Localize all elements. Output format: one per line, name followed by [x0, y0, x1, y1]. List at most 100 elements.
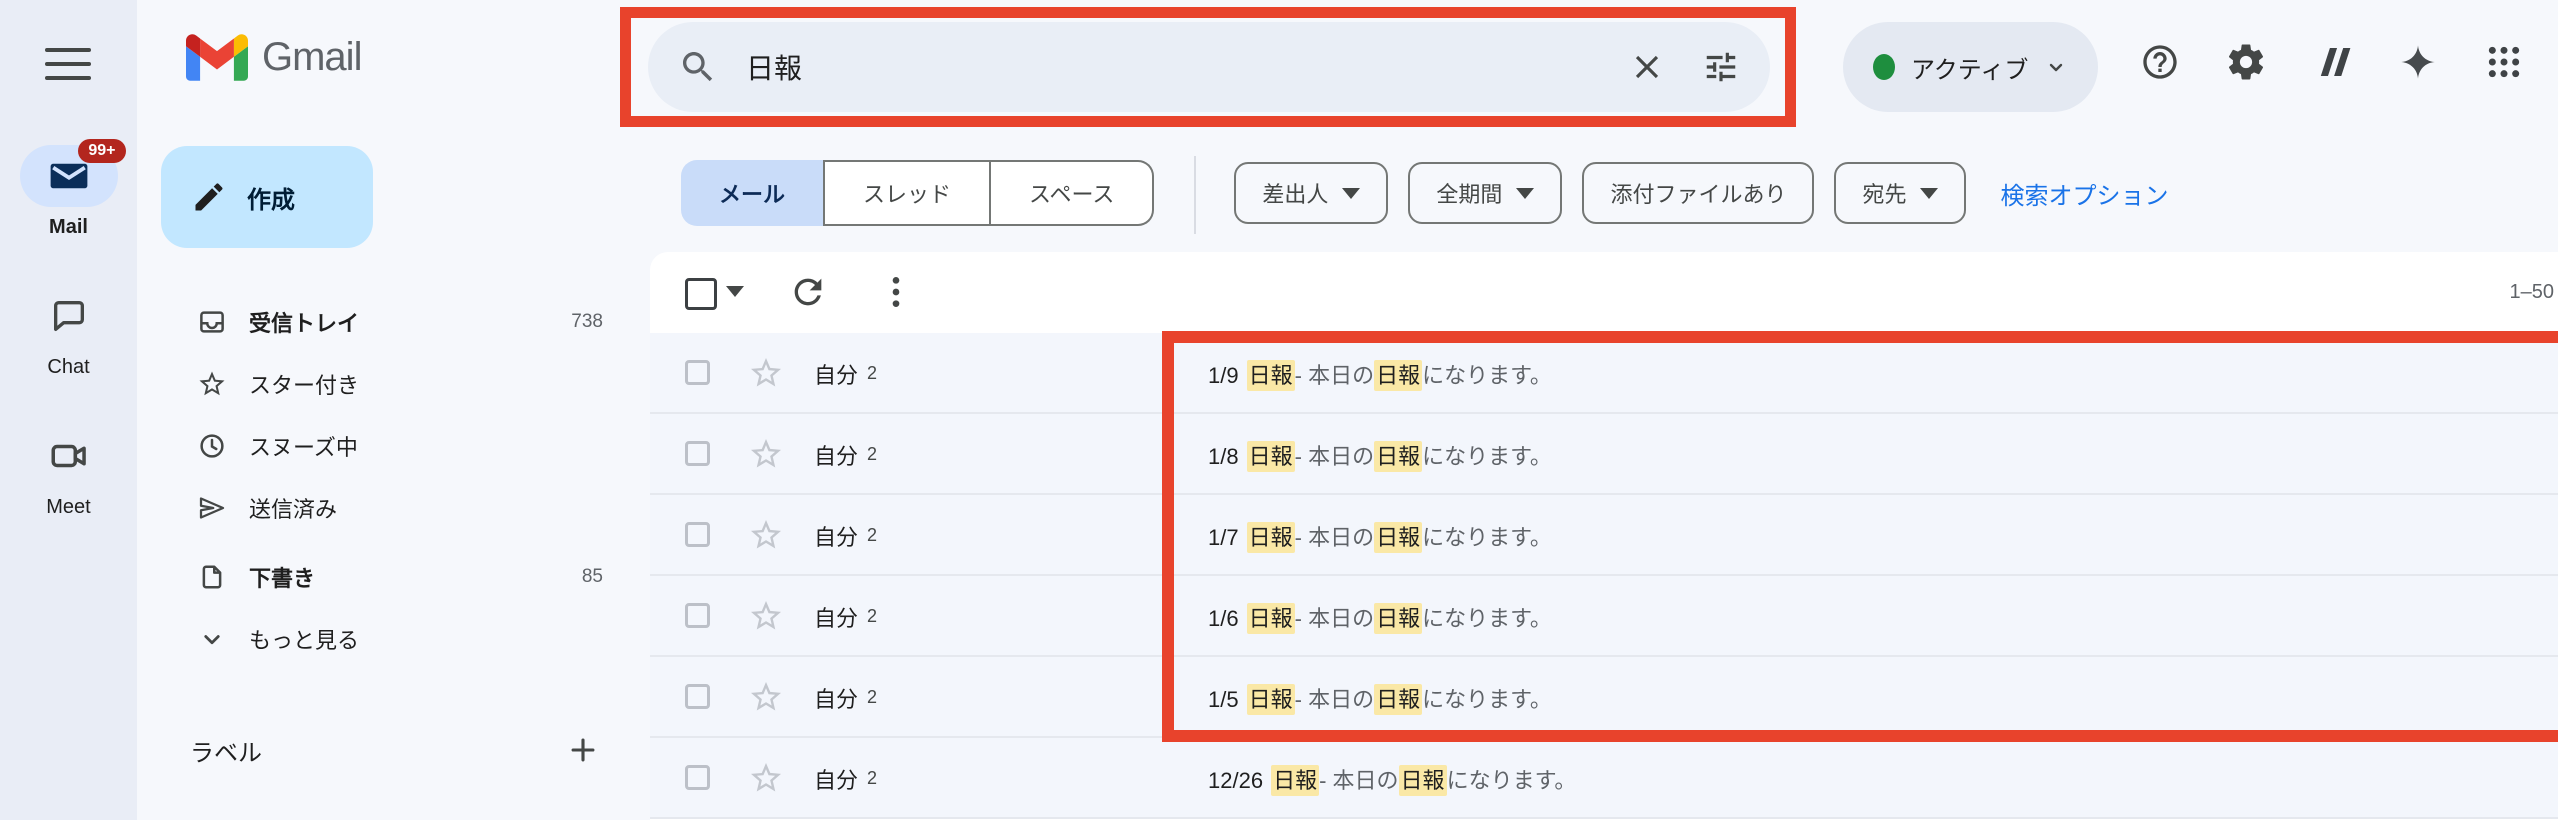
thread-count: 2: [867, 525, 878, 545]
result-tab-label: スレッド: [863, 182, 952, 207]
gmail-wordmark: Gmail: [262, 35, 362, 79]
rail-item-label: Chat: [47, 356, 90, 378]
pencil-icon: [191, 179, 227, 215]
sender-name: 自分: [814, 443, 859, 469]
clear-search-icon[interactable]: [1628, 48, 1666, 86]
sidebar-item[interactable]: 送信済み: [137, 477, 635, 539]
search-input[interactable]: 日報: [746, 22, 802, 112]
filter-chips: 差出人 全期間 添付ファイルあり 宛先: [1234, 160, 1967, 226]
compose-button[interactable]: 作成: [161, 146, 373, 248]
result-tab[interactable]: スレッド: [823, 160, 992, 226]
chevron-down-icon: [2050, 63, 2063, 72]
gemini-icon[interactable]: [2386, 30, 2450, 94]
row-checkbox[interactable]: [685, 522, 710, 547]
email-sender: 自分 2: [814, 738, 877, 819]
highlighted-keyword: 日報: [1398, 764, 1447, 796]
chat-icon: [49, 296, 89, 336]
search-options-tune-icon[interactable]: [1702, 48, 1740, 86]
sidebar-item-label: 下書き: [249, 566, 316, 591]
row-checkbox[interactable]: [685, 360, 710, 385]
highlighted-keyword: 日報: [1374, 602, 1423, 634]
labels-title: ラベル: [190, 739, 262, 767]
highlighted-keyword: 日報: [1246, 602, 1295, 634]
email-list-card: 1–50 自分 2 1/9 日報 - 本日の日報になります。 自分 2 1/8 日報…: [650, 252, 2558, 820]
email-subject: 1/6 日報 - 本日の日報になります。: [1208, 576, 1552, 657]
result-tab[interactable]: メール: [681, 160, 824, 226]
email-row[interactable]: 自分 2 1/6 日報 - 本日の日報になります。: [650, 576, 2558, 657]
rail-item[interactable]: Chat: [0, 285, 137, 379]
sidebar-item[interactable]: もっと見る: [137, 608, 635, 670]
highlighted-keyword: 日報: [1271, 764, 1320, 796]
sidebar-item[interactable]: 受信トレイ 738: [137, 291, 635, 353]
hamburger-icon: [45, 48, 91, 52]
sender-name: 自分: [814, 524, 859, 550]
email-row[interactable]: 自分 2 1/5 日報 - 本日の日報になります。: [650, 657, 2558, 738]
filter-chip[interactable]: 全期間: [1408, 162, 1563, 224]
email-row[interactable]: 自分 2 1/8 日報 - 本日の日報になります。: [650, 414, 2558, 495]
row-checkbox[interactable]: [685, 765, 710, 790]
status-label: アクティブ: [1911, 56, 2029, 84]
status-chip[interactable]: アクティブ: [1843, 22, 2099, 112]
email-sender: 自分 2: [814, 576, 877, 657]
email-subject: 1/9 日報 - 本日の日報になります。: [1208, 333, 1552, 414]
sidebar-item-label: もっと見る: [249, 628, 360, 653]
email-list: 自分 2 1/9 日報 - 本日の日報になります。 自分 2 1/8 日報 - 本日…: [650, 333, 2558, 819]
result-tab-label: スペース: [1029, 182, 1115, 207]
result-tab[interactable]: スペース: [991, 160, 1155, 226]
filter-chip[interactable]: 宛先: [1834, 162, 1967, 224]
star-icon[interactable]: [748, 598, 784, 634]
workspace-badge-icon[interactable]: [2300, 30, 2364, 94]
dropdown-arrow-icon: [1920, 187, 1939, 199]
filter-chip[interactable]: 差出人: [1234, 162, 1389, 224]
star-icon[interactable]: [748, 679, 784, 715]
sidebar-item[interactable]: スター付き: [137, 353, 635, 415]
star-icon[interactable]: [748, 355, 784, 391]
email-sender: 自分 2: [814, 657, 877, 738]
star-icon[interactable]: [748, 760, 784, 796]
sidebar-item[interactable]: 下書き 85: [137, 546, 635, 608]
sidebar-item-label: スター付き: [249, 373, 360, 398]
highlighted-keyword: 日報: [1374, 440, 1423, 472]
gmail-m-icon: [186, 34, 248, 81]
draft-icon: [197, 562, 227, 592]
rail-item[interactable]: 99+ Mail: [0, 139, 137, 239]
sender-name: 自分: [814, 686, 859, 712]
search-icon[interactable]: [678, 47, 718, 87]
meet-icon: [48, 435, 90, 477]
help-icon[interactable]: [2128, 30, 2192, 94]
pagination-range: 1–50: [2509, 281, 2555, 303]
star-icon[interactable]: [748, 436, 784, 472]
rail-item[interactable]: Meet: [0, 425, 137, 519]
sidebar-nav: 受信トレイ 738 スター付き スヌーズ中 送信済み 下書き 85 もっと見る: [137, 291, 635, 670]
rail-items: 99+ Mail Chat Meet: [0, 139, 137, 519]
filter-chip-label: 添付ファイルあり: [1610, 182, 1787, 207]
result-tab-label: メール: [719, 182, 786, 207]
highlighted-keyword: 日報: [1246, 683, 1295, 715]
gmail-logo[interactable]: Gmail: [186, 34, 362, 81]
row-checkbox[interactable]: [685, 603, 710, 628]
more-options-icon[interactable]: [876, 272, 916, 312]
refresh-icon[interactable]: [788, 272, 828, 312]
send-icon: [197, 493, 227, 523]
add-label-icon[interactable]: [561, 728, 605, 772]
select-all-checkbox[interactable]: [685, 278, 717, 310]
main-menu-button[interactable]: [42, 46, 94, 82]
filter-chip[interactable]: 添付ファイルあり: [1582, 162, 1815, 224]
sidebar-item[interactable]: スヌーズ中: [137, 415, 635, 477]
sidebar-item-label: スヌーズ中: [249, 435, 358, 460]
search-options-link[interactable]: 検索オプション: [2000, 176, 2168, 211]
email-subject: 1/7 日報 - 本日の日報になります。: [1208, 495, 1552, 576]
row-checkbox[interactable]: [685, 684, 710, 709]
settings-gear-icon[interactable]: [2214, 30, 2278, 94]
star-icon[interactable]: [748, 517, 784, 553]
select-dropdown-icon[interactable]: [726, 286, 744, 297]
email-row[interactable]: 自分 2 1/9 日報 - 本日の日報になります。: [650, 333, 2558, 414]
email-row[interactable]: 自分 2 12/26 日報 - 本日の日報になります。: [650, 738, 2558, 819]
search-bar[interactable]: 日報: [648, 22, 1770, 112]
row-checkbox[interactable]: [685, 441, 710, 466]
thread-count: 2: [867, 444, 878, 464]
email-row[interactable]: 自分 2 1/7 日報 - 本日の日報になります。: [650, 495, 2558, 576]
email-subject: 1/5 日報 - 本日の日報になります。: [1208, 657, 1552, 738]
google-apps-grid-icon[interactable]: [2472, 30, 2536, 94]
highlighted-keyword: 日報: [1246, 359, 1295, 391]
